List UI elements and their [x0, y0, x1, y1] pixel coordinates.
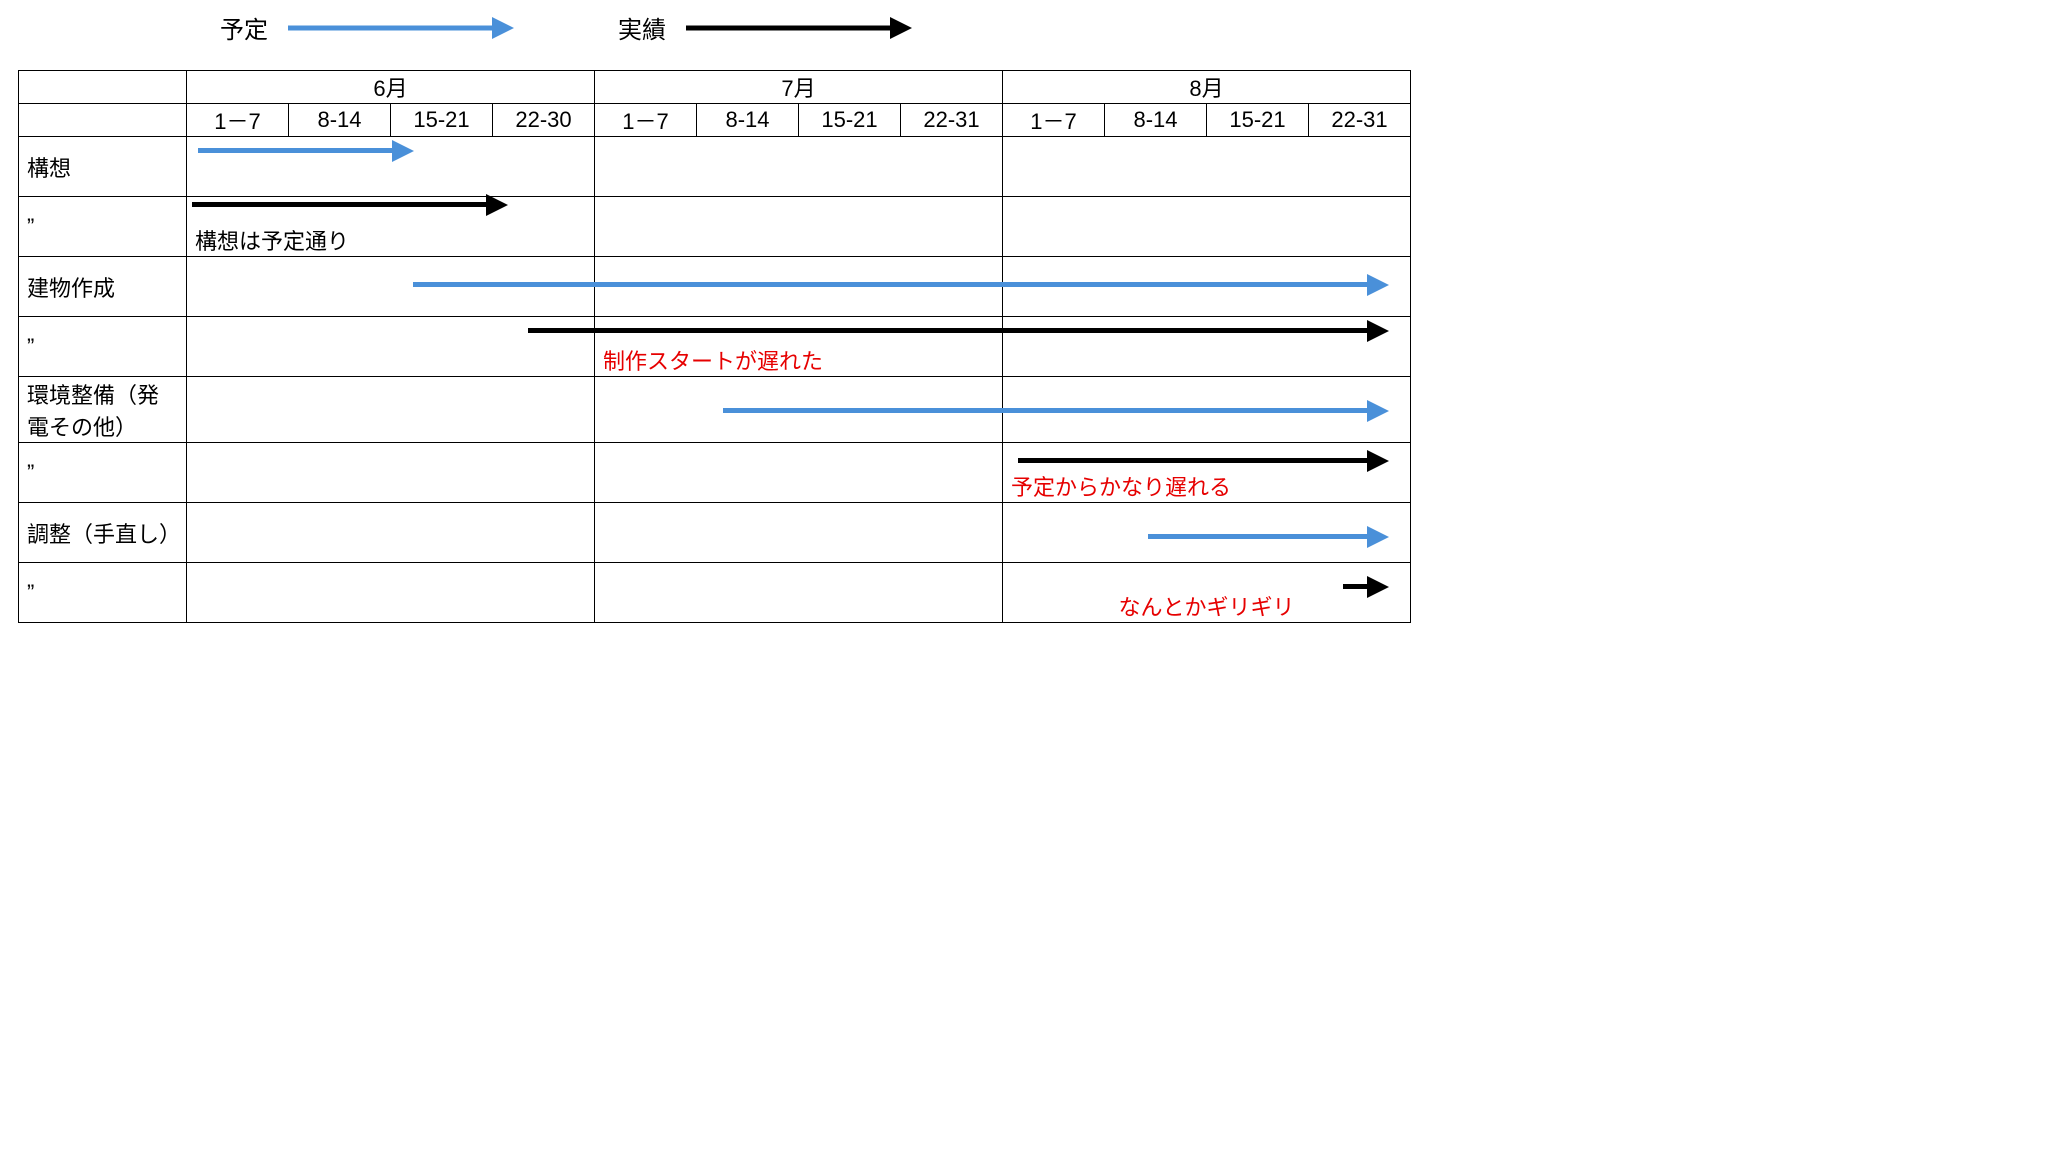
- month-8: 8月: [1003, 71, 1411, 104]
- legend-plan: 予定: [220, 10, 498, 45]
- legend-plan-arrow: [288, 18, 498, 38]
- row-label-1: 構想: [19, 137, 187, 197]
- legend-actual-label: 実績: [618, 10, 666, 45]
- note-row2: 構想は予定通り: [195, 229, 349, 254]
- row-label-7: 調整（手直し）: [19, 503, 187, 563]
- row-label-6: ”: [19, 443, 187, 503]
- legend-plan-label: 予定: [220, 10, 268, 45]
- legend: 予定 実績: [220, 10, 896, 45]
- note-row6: 予定からかなり遅れる: [1011, 475, 1231, 500]
- month-6: 6月: [187, 71, 595, 104]
- row-label-3: 建物作成: [19, 257, 187, 317]
- note-row4: 制作スタートが遅れた: [603, 349, 823, 374]
- row-7: 調整（手直し）: [19, 503, 1411, 563]
- header-months: 6月 7月 8月: [19, 71, 1411, 104]
- row-label-4: ”: [19, 317, 187, 377]
- note-row8: なんとかギリギリ: [1118, 595, 1294, 620]
- row-8: ” なんとかギリギリ: [19, 563, 1411, 623]
- row-label-5: 環境整備（発電その他）: [19, 377, 187, 443]
- row-1: 構想: [19, 137, 1411, 197]
- row-label-8: ”: [19, 563, 187, 623]
- row-4: ” 制作スタートが遅れた: [19, 317, 1411, 377]
- gantt-table: 6月 7月 8月 1－7 8-14 15-21 22-30 1－7 8-14 1…: [18, 70, 1411, 623]
- month-7: 7月: [595, 71, 1003, 104]
- legend-actual-arrow: [686, 18, 896, 38]
- row-6: ” 予定からかなり遅れる: [19, 443, 1411, 503]
- legend-actual: 実績: [618, 10, 896, 45]
- header-weeks: 1－7 8-14 15-21 22-30 1－7 8-14 15-21 22-3…: [19, 104, 1411, 137]
- row-3: 建物作成: [19, 257, 1411, 317]
- row-5: 環境整備（発電その他）: [19, 377, 1411, 443]
- row-label-2: ”: [19, 197, 187, 257]
- row-2: ” 構想は予定通り: [19, 197, 1411, 257]
